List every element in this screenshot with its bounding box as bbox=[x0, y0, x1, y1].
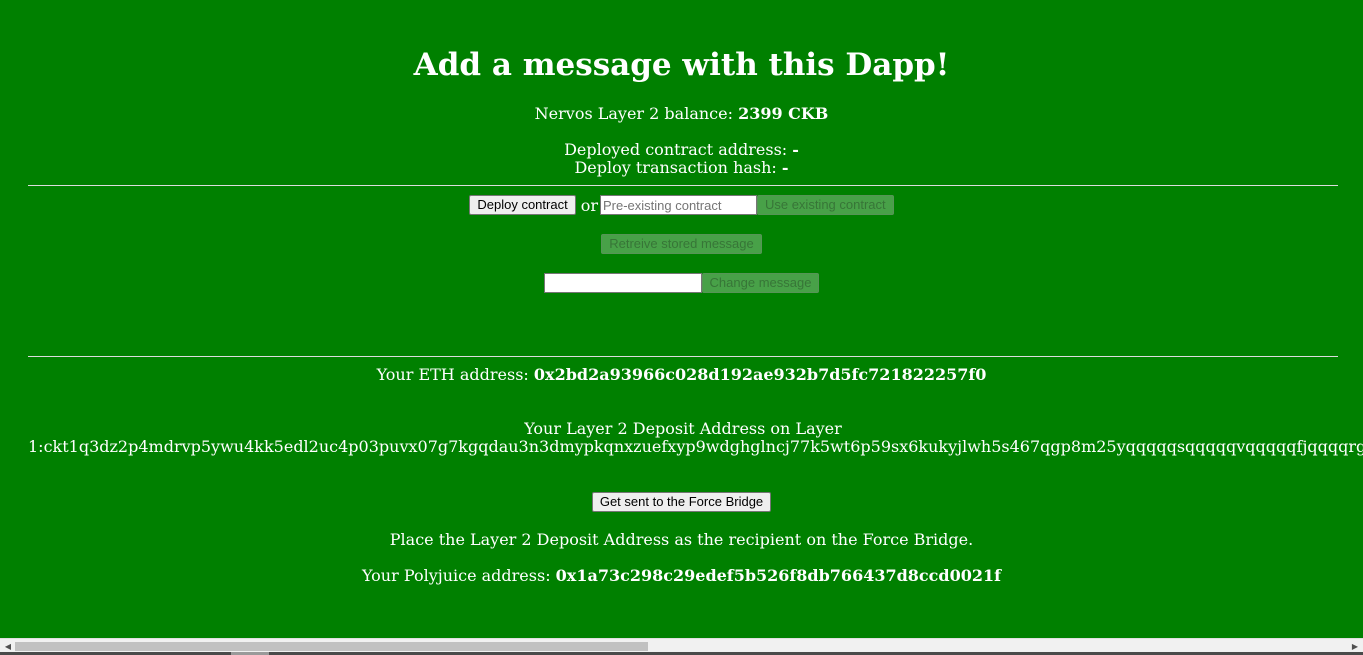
deploy-tx-value: - bbox=[781, 158, 789, 177]
arrow-left-icon[interactable]: ◀ bbox=[2, 642, 14, 652]
eth-address-value: 0x2bd2a93966c028d192ae932b7d5fc721822257… bbox=[533, 365, 987, 384]
change-message-button[interactable]: Change message bbox=[701, 273, 820, 293]
message-input[interactable] bbox=[543, 273, 702, 293]
scrollbar-thumb[interactable] bbox=[15, 642, 648, 651]
balance-label: Nervos Layer 2 balance: bbox=[534, 104, 739, 123]
divider-bottom bbox=[28, 356, 1338, 357]
deploy-tx-label: Deploy transaction hash: bbox=[574, 158, 782, 177]
contract-address-line: Deployed contract address: - bbox=[0, 141, 1363, 159]
page-title: Add a message with this Dapp! bbox=[413, 47, 950, 83]
arrow-right-icon[interactable]: ▶ bbox=[1349, 642, 1361, 652]
deposit-address-label: Your Layer 2 Deposit Address on Layer bbox=[524, 419, 842, 438]
use-existing-contract-button[interactable]: Use existing contract bbox=[756, 195, 894, 215]
retrieve-row: Retreive stored message bbox=[0, 234, 1363, 254]
polyjuice-address-value: 0x1a73c298c29edef5b526f8db766437d8ccd002… bbox=[555, 566, 1001, 585]
deploy-contract-button[interactable]: Deploy contract bbox=[469, 195, 576, 215]
change-message-row: Change message bbox=[0, 273, 1363, 293]
force-bridge-button[interactable]: Get sent to the Force Bridge bbox=[591, 492, 772, 512]
contract-address-value: - bbox=[792, 140, 799, 159]
contract-controls: Deploy contractor Use existing contract bbox=[0, 195, 1363, 215]
page: Add a message with this Dapp! Nervos Lay… bbox=[0, 0, 1363, 638]
force-bridge-row: Get sent to the Force Bridge bbox=[0, 492, 1363, 512]
contract-address-label: Deployed contract address: bbox=[564, 140, 793, 159]
or-text: or bbox=[580, 195, 598, 215]
polyjuice-address-label: Your Polyjuice address: bbox=[361, 566, 556, 585]
balance-value: 2399 CKB bbox=[738, 104, 829, 123]
deposit-address-value: 1:ckt1q3dz2p4mdrvp5ywu4kk5edl2uc4p03puvx… bbox=[28, 437, 1363, 456]
existing-contract-input[interactable] bbox=[599, 195, 757, 215]
retrieve-message-button[interactable]: Retreive stored message bbox=[601, 234, 762, 254]
divider-top bbox=[28, 185, 1338, 186]
deposit-address-block: Your Layer 2 Deposit Address on Layer 1:… bbox=[28, 419, 1363, 456]
recipient-note: Place the Layer 2 Deposit Address as the… bbox=[389, 530, 974, 549]
balance-line: Nervos Layer 2 balance: 2399 CKB bbox=[0, 105, 1363, 123]
polyjuice-address-line: Your Polyjuice address: 0x1a73c298c29ede… bbox=[0, 567, 1363, 585]
deploy-tx-line: Deploy transaction hash: - bbox=[0, 159, 1363, 177]
eth-address-line: Your ETH address: 0x2bd2a93966c028d192ae… bbox=[0, 366, 1363, 384]
eth-address-label: Your ETH address: bbox=[376, 365, 534, 384]
